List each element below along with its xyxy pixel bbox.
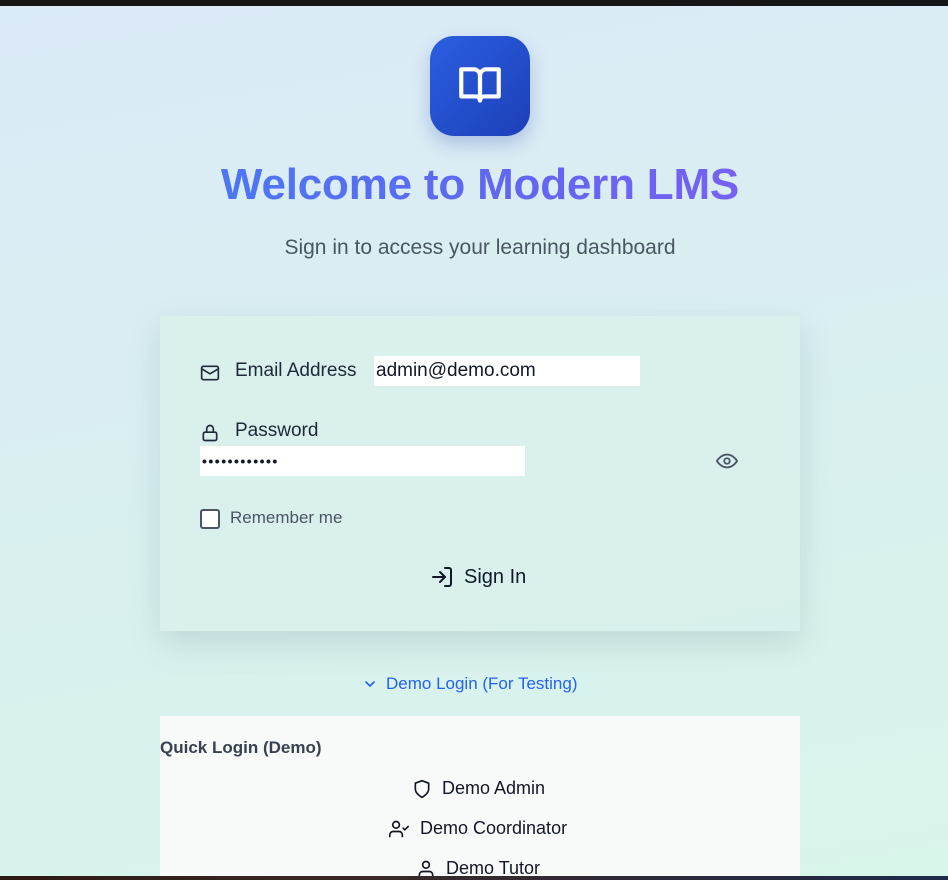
- sign-in-label: Sign In: [464, 565, 527, 588]
- window-bottom-edge: [0, 876, 948, 880]
- demo-admin-label: Demo Admin: [442, 778, 546, 798]
- eye-icon[interactable]: [714, 449, 740, 473]
- password-label: Password: [235, 420, 319, 441]
- email-label-row: Email Address: [200, 360, 356, 382]
- remember-me-label[interactable]: Remember me: [230, 508, 342, 528]
- email-field[interactable]: admin@demo.com: [374, 356, 640, 386]
- demo-login-toggle-label: Demo Login (For Testing): [386, 674, 578, 693]
- chevron-down-icon: [362, 676, 378, 692]
- demo-coordinator-button[interactable]: Demo Coordinator: [388, 818, 567, 839]
- demo-login-panel: Quick Login (Demo) Demo Admin Demo Coord…: [160, 716, 800, 880]
- book-open-icon: [454, 61, 506, 111]
- page-subtitle: Sign in to access your learning dashboar…: [284, 236, 676, 259]
- demo-panel-heading: Quick Login (Demo): [160, 738, 322, 757]
- demo-login-toggle[interactable]: Demo Login (For Testing): [362, 672, 578, 696]
- window-top-edge: [0, 0, 948, 6]
- demo-coordinator-label: Demo Coordinator: [420, 818, 568, 838]
- log-in-icon: [430, 565, 454, 589]
- demo-admin-button[interactable]: Demo Admin: [412, 778, 545, 799]
- mail-icon: [200, 360, 222, 382]
- lock-icon: [200, 420, 222, 442]
- sign-in-button[interactable]: Sign In: [430, 562, 526, 592]
- shield-icon: [412, 779, 432, 799]
- password-field[interactable]: ••••••••••••: [200, 446, 525, 476]
- app-logo: [430, 36, 530, 136]
- remember-me-checkbox[interactable]: [200, 509, 220, 529]
- password-label-row: Password: [200, 420, 318, 442]
- email-label: Email Address: [235, 360, 357, 381]
- page-title: Welcome to Modern LMS: [0, 160, 948, 210]
- user-check-icon: [388, 819, 410, 839]
